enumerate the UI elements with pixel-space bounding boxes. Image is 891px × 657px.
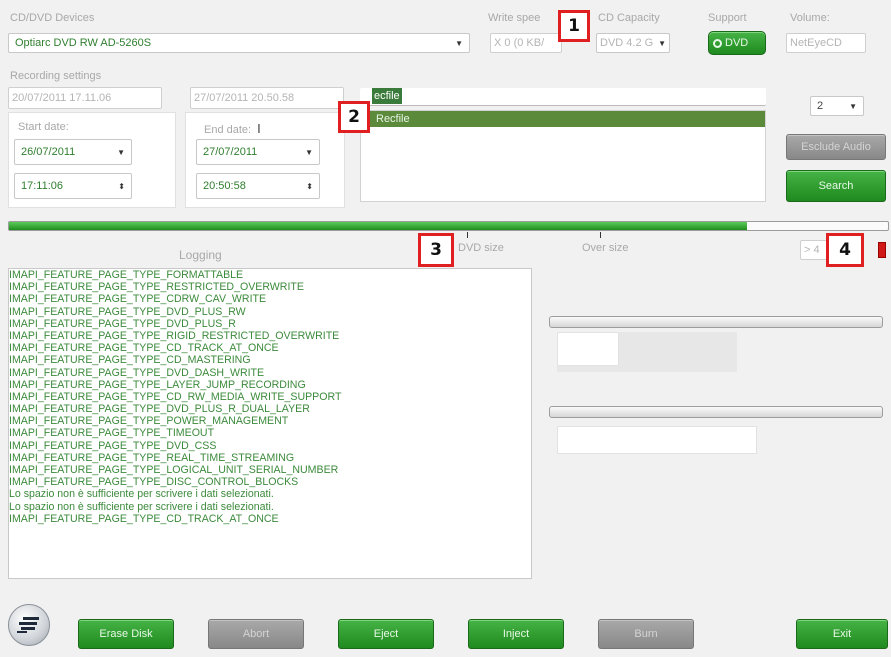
write-speed-label: Write spee xyxy=(488,12,541,24)
recfile-list[interactable]: Recfile xyxy=(360,110,766,202)
log-line: IMAPI_FEATURE_PAGE_TYPE_CD_TRACK_AT_ONCE xyxy=(9,512,279,525)
callout-2: 2 xyxy=(338,101,370,133)
device-select-value: Optiarc DVD RW AD-5260S xyxy=(15,37,152,49)
end-date-label: End date: I xyxy=(204,121,261,136)
abort-button[interactable]: Abort xyxy=(208,619,304,649)
size-progress-bar xyxy=(8,221,889,231)
log-line: IMAPI_FEATURE_PAGE_TYPE_FORMATTABLE xyxy=(9,269,244,281)
count-select[interactable]: 2 ▼ xyxy=(810,96,864,116)
burn-button[interactable]: Burn xyxy=(598,619,694,649)
track-status-panel xyxy=(557,332,737,372)
callout-1: 1 xyxy=(558,10,590,42)
start-date-label: Start date: xyxy=(18,121,69,133)
log-line: IMAPI_FEATURE_PAGE_TYPE_RESTRICTED_OVERW… xyxy=(9,281,304,294)
eject-button[interactable]: Eject xyxy=(338,619,434,649)
over-size-label: Over size xyxy=(582,242,629,254)
exclude-audio-button[interactable]: Esclude Audio xyxy=(786,134,886,160)
start-date-value: 26/07/2011 xyxy=(21,146,76,158)
log-line: IMAPI_FEATURE_PAGE_TYPE_DVD_PLUS_R xyxy=(9,317,236,330)
log-line: IMAPI_FEATURE_PAGE_TYPE_CD_TRACK_AT_ONCE xyxy=(9,342,279,355)
recfile-input[interactable]: ecfile xyxy=(360,88,766,106)
total-status-box xyxy=(557,426,757,454)
log-line: IMAPI_FEATURE_PAGE_TYPE_DVD_CSS xyxy=(9,439,217,452)
end-date-label-text: End date: xyxy=(204,124,252,136)
track-status-box xyxy=(557,332,619,366)
start-date-picker[interactable]: 26/07/2011 ▼ xyxy=(14,139,132,165)
recording-settings-label: Recording settings xyxy=(10,70,102,82)
recording-from-field[interactable]: 20/07/2011 17.11.06 xyxy=(8,87,162,109)
spinner-icon: ⬍ xyxy=(118,181,125,191)
recording-to-field[interactable]: 27/07/2011 20.50.58 xyxy=(190,87,344,109)
cd-capacity-select[interactable]: DVD 4.2 G ▼ xyxy=(596,33,670,53)
search-button[interactable]: Search xyxy=(786,170,886,202)
disc-icon xyxy=(713,38,722,48)
log-line: IMAPI_FEATURE_PAGE_TYPE_CD_MASTERING xyxy=(9,354,251,367)
erase-disk-button[interactable]: Erase Disk xyxy=(78,619,174,649)
end-time-value: 20:50:58 xyxy=(203,180,246,192)
log-line: IMAPI_FEATURE_PAGE_TYPE_CD_RW_MEDIA_WRIT… xyxy=(9,390,342,403)
devices-label: CD/DVD Devices xyxy=(10,12,95,24)
chevron-down-icon: ▼ xyxy=(305,147,313,157)
text-cursor-icon: I xyxy=(257,121,261,136)
recfile-list-item[interactable]: Recfile xyxy=(361,111,765,127)
log-line: IMAPI_FEATURE_PAGE_TYPE_CDRW_CAV_WRITE xyxy=(9,293,267,306)
log-list[interactable]: IMAPI_FEATURE_PAGE_TYPE_FORMATTABLE IMAP… xyxy=(8,268,532,579)
count-select-value: 2 xyxy=(817,100,824,112)
track-progress-bar xyxy=(549,316,883,328)
over-size-tick xyxy=(600,232,601,238)
recfile-input-text: ecfile xyxy=(372,88,402,104)
log-line: IMAPI_FEATURE_PAGE_TYPE_LOGICAL_UNIT_SER… xyxy=(9,464,339,476)
device-select[interactable]: Optiarc DVD RW AD-5260S ▼ xyxy=(8,33,470,53)
log-line: IMAPI_FEATURE_PAGE_TYPE_TIMEOUT xyxy=(9,427,215,440)
chevron-down-icon: ▼ xyxy=(455,38,463,48)
dvd-size-label: DVD size xyxy=(458,242,504,254)
log-line: IMAPI_FEATURE_PAGE_TYPE_RIGID_RESTRICTED… xyxy=(9,329,340,342)
support-indicator: DVD xyxy=(708,31,766,55)
dvd-size-tick xyxy=(467,232,468,238)
spinner-icon: ⬍ xyxy=(306,181,313,191)
size-progress-fill xyxy=(9,222,748,230)
end-time-picker[interactable]: 20:50:58 ⬍ xyxy=(196,173,320,199)
support-label: Support xyxy=(708,12,747,24)
callout-4: 4 xyxy=(826,233,864,267)
log-line: Lo spazio non è sufficiente per scrivere… xyxy=(9,500,274,513)
callout-3: 3 xyxy=(418,233,454,267)
start-time-value: 17:11:06 xyxy=(21,180,64,192)
app-logo xyxy=(8,604,50,646)
chevron-down-icon: ▼ xyxy=(117,147,125,157)
start-time-picker[interactable]: 17:11:06 ⬍ xyxy=(14,173,132,199)
logging-title: Logging xyxy=(179,248,222,262)
cd-capacity-value: DVD 4.2 G xyxy=(600,37,654,49)
log-line: IMAPI_FEATURE_PAGE_TYPE_DVD_PLUS_R_DUAL_… xyxy=(9,403,310,416)
end-date-picker[interactable]: 27/07/2011 ▼ xyxy=(196,139,320,165)
chevron-down-icon: ▼ xyxy=(658,38,666,48)
chevron-down-icon: ▼ xyxy=(849,101,857,111)
log-line: IMAPI_FEATURE_PAGE_TYPE_DVD_PLUS_RW xyxy=(9,305,246,318)
support-value: DVD xyxy=(725,37,749,49)
total-progress-bar xyxy=(549,406,883,418)
exit-button[interactable]: Exit xyxy=(796,619,888,649)
cd-capacity-label: CD Capacity xyxy=(598,12,660,24)
log-line: IMAPI_FEATURE_PAGE_TYPE_DISC_CONTROL_BLO… xyxy=(9,476,299,489)
end-date-value: 27/07/2011 xyxy=(203,146,258,158)
volume-input[interactable]: NetEyeCD xyxy=(786,33,866,53)
log-line: IMAPI_FEATURE_PAGE_TYPE_REAL_TIME_STREAM… xyxy=(9,451,295,464)
over-size-indicator xyxy=(878,242,886,258)
log-line: IMAPI_FEATURE_PAGE_TYPE_DVD_DASH_WRITE xyxy=(9,366,265,379)
inject-button[interactable]: Inject xyxy=(468,619,564,649)
logo-stripes-icon xyxy=(17,617,39,633)
burner-window: CD/DVD Devices Optiarc DVD RW AD-5260S ▼… xyxy=(0,0,891,657)
log-line: Lo spazio non è sufficiente per scrivere… xyxy=(9,488,274,501)
write-speed-field[interactable]: X 0 (0 KB/ xyxy=(490,33,562,53)
log-line: IMAPI_FEATURE_PAGE_TYPE_POWER_MANAGEMENT xyxy=(9,415,289,428)
log-line: IMAPI_FEATURE_PAGE_TYPE_LAYER_JUMP_RECOR… xyxy=(9,378,306,391)
volume-label: Volume: xyxy=(790,12,830,24)
